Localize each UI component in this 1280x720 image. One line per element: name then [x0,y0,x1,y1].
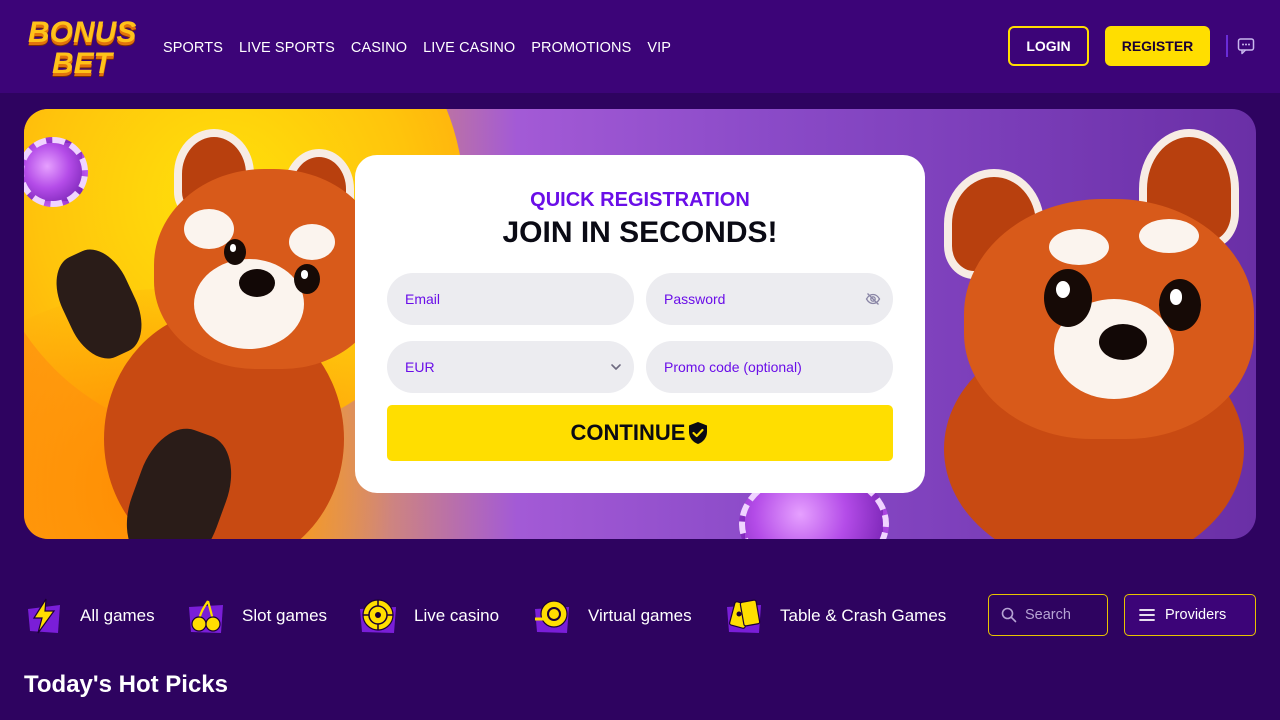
nav-casino[interactable]: CASINO [351,39,407,57]
red-panda-left-image [44,129,384,539]
category-slot-games[interactable]: Slot games [186,596,327,636]
email-field[interactable] [387,273,634,325]
nav-live-sports[interactable]: LIVE SPORTS [239,39,335,57]
category-live-casino[interactable]: Live casino [358,596,499,636]
promo-code-field[interactable] [646,341,893,393]
nav-promotions[interactable]: PROMOTIONS [531,39,631,57]
nav-live-casino[interactable]: LIVE CASINO [423,39,515,57]
nav-vip[interactable]: VIP [647,39,671,57]
providers-label: Providers [1165,607,1227,623]
category-table-crash-games[interactable]: Table & Crash Games [724,596,946,636]
section-title-hot-picks: Today's Hot Picks [24,671,228,698]
roulette-chip-icon [360,599,396,633]
main-nav: SPORTS LIVE SPORTS CASINO LIVE CASINO PR… [163,39,671,57]
header-divider [1226,35,1228,57]
register-button[interactable]: REGISTER [1105,26,1210,66]
registration-title: JOIN IN SECONDS! [502,216,778,249]
red-panda-right-image [924,129,1256,539]
cards-icon [727,599,761,633]
search-input[interactable] [1025,607,1103,623]
category-virtual-games[interactable]: Virtual games [532,596,692,636]
registration-subtitle: QUICK REGISTRATION [530,189,750,211]
search-icon [1001,607,1017,623]
password-field[interactable] [646,273,893,325]
lightning-icon [28,598,60,634]
cherry-icon [189,600,223,633]
category-label: Table & Crash Games [780,606,947,625]
top-header: BONUS BET SPORTS LIVE SPORTS CASINO LIVE… [0,0,1280,93]
login-button[interactable]: LOGIN [1008,26,1089,66]
providers-button[interactable]: Providers [1124,594,1256,636]
continue-label: CONTINUE [570,420,686,445]
category-label: Virtual games [588,606,692,625]
quick-registration-form: QUICK REGISTRATION JOIN IN SECONDS! EUR … [355,155,925,493]
logo-word-bet: BET [52,47,112,80]
bonusbet-logo[interactable]: BONUS BET [26,16,140,80]
chat-bubble-icon[interactable] [1237,37,1255,55]
nav-sports[interactable]: SPORTS [163,39,223,57]
menu-icon [1139,609,1155,621]
category-all-games[interactable]: All games [24,596,155,636]
category-label: All games [80,606,155,625]
game-search-box[interactable] [988,594,1108,636]
currency-select[interactable]: EUR [387,341,634,393]
eye-off-icon[interactable] [865,291,881,307]
continue-button[interactable]: CONTINUE [387,405,893,461]
chevron-down-icon [611,364,621,370]
currency-value: EUR [405,359,435,375]
category-label: Live casino [414,606,500,625]
logo-word-bonus: BONUS [28,16,137,49]
shield-check-icon [689,422,708,444]
email-input[interactable] [405,291,595,307]
password-input[interactable] [664,291,854,307]
category-label: Slot games [242,606,328,625]
promo-code-input[interactable] [664,359,854,375]
reel-icon [535,600,569,633]
